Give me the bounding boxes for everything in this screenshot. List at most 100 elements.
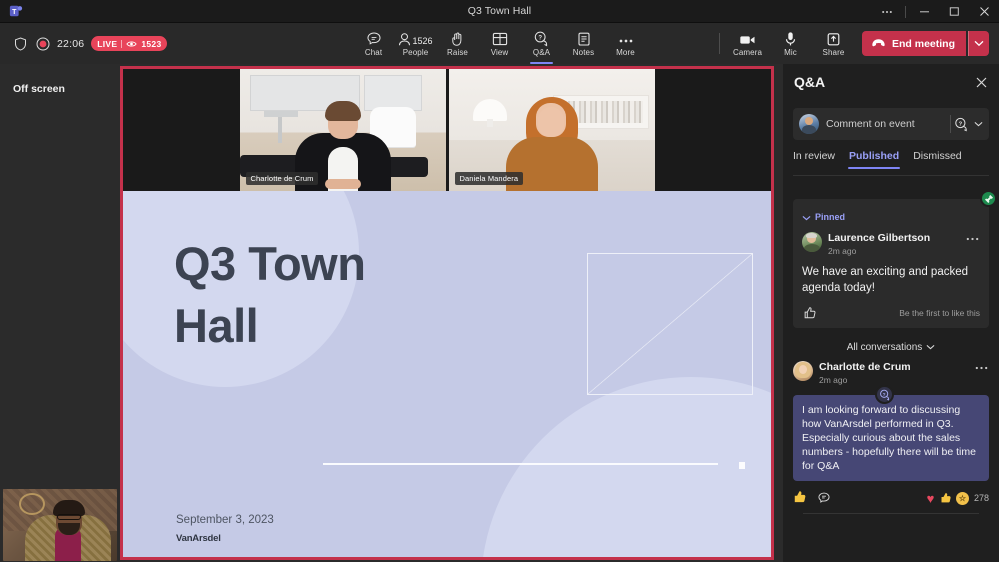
end-meeting-options-button[interactable] xyxy=(968,31,989,56)
raise-hand-icon xyxy=(450,30,465,47)
avatar xyxy=(799,114,819,134)
more-ellipsis-icon xyxy=(618,30,634,47)
more-ellipsis-icon[interactable] xyxy=(974,361,989,374)
titlebar-more-button[interactable] xyxy=(872,0,902,23)
toolbar-item-qa[interactable]: ? Q&A xyxy=(521,24,562,64)
qa-message-charlotte[interactable]: Charlotte de Crum 2m ago ? I am looking … xyxy=(783,361,999,514)
tab-published[interactable]: Published xyxy=(848,150,901,169)
message-bubble: ? I am looking forward to discussing how… xyxy=(793,385,989,481)
slide-image-placeholder xyxy=(587,253,753,395)
video-tile-name: Daniela Mandera xyxy=(454,172,524,185)
toolbar-item-chat[interactable]: Chat xyxy=(353,24,394,63)
titlebar-divider xyxy=(905,5,906,18)
qa-icon: ? xyxy=(875,385,894,404)
message-author: Laurence Gilbertson xyxy=(828,232,931,244)
reaction-count: 278 xyxy=(973,493,989,503)
toolbar-divider xyxy=(718,33,720,54)
toolbar-item-notes[interactable]: Notes xyxy=(563,24,604,63)
toolbar-label-mic: Mic xyxy=(784,48,797,57)
self-view-tile[interactable] xyxy=(3,489,117,561)
toolbar-label-view: View xyxy=(490,48,509,57)
toolbar-label-raise: Raise xyxy=(447,48,468,57)
title-bar: T Q3 Town Hall xyxy=(0,0,999,23)
message-header: Charlotte de Crum 2m ago xyxy=(793,361,989,386)
close-icon[interactable] xyxy=(972,73,990,91)
svg-text:?: ? xyxy=(882,391,885,397)
shared-content-frame[interactable]: Charlotte de Crum Daniela Mandera Q3 Tow… xyxy=(120,66,774,560)
end-meeting-button[interactable]: End meeting xyxy=(861,31,966,56)
slide-title: Q3 Town Hall xyxy=(174,237,366,352)
tab-in-review[interactable]: In review xyxy=(793,150,835,168)
toolbar-item-mic[interactable]: Mic xyxy=(770,24,811,63)
toolbar-label-people: People xyxy=(402,48,429,57)
message-footer: ♥ ☆ 278 xyxy=(793,490,989,506)
toolbar-item-people[interactable]: 1526 People xyxy=(395,24,436,63)
thumbs-up-icon[interactable] xyxy=(802,305,818,321)
toolbar-item-share[interactable]: Share xyxy=(813,24,854,63)
pinned-message-footer: Be the first to like this xyxy=(802,305,980,321)
message-timestamp: 2m ago xyxy=(828,246,857,256)
toolbar-item-raise[interactable]: Raise xyxy=(437,24,478,63)
pinned-section-row[interactable]: Pinned xyxy=(802,208,980,226)
toolbar-label-more: More xyxy=(616,48,635,57)
toolbar-item-camera[interactable]: Camera xyxy=(727,24,768,63)
maximize-button[interactable] xyxy=(939,0,969,23)
people-count: 1526 xyxy=(412,36,433,46)
presenter-video-row: Charlotte de Crum Daniela Mandera xyxy=(123,69,771,191)
chevron-down-icon[interactable] xyxy=(971,113,985,135)
pinned-message-header: Laurence Gilbertson 2m ago xyxy=(802,232,980,257)
toolbar-label-chat: Chat xyxy=(364,48,383,57)
slide-divider-line xyxy=(323,463,718,465)
laugh-emoji: ☆ xyxy=(955,491,969,505)
qa-icon[interactable]: ? xyxy=(951,113,971,135)
pinned-message-text: We have an exciting and packed agenda to… xyxy=(802,266,969,294)
reaction-summary[interactable]: ♥ ☆ 278 xyxy=(924,490,989,506)
pinned-question-card[interactable]: Pinned Laurence Gilbertson 2m ago We hav… xyxy=(793,190,997,328)
avatar xyxy=(802,232,822,252)
shared-slide[interactable]: Q3 Town Hall September 3, 2023 VanArsdel xyxy=(123,191,771,557)
qa-composer[interactable]: Comment on event ? xyxy=(793,108,989,140)
svg-text:?: ? xyxy=(958,121,962,127)
chevron-down-icon xyxy=(926,342,935,353)
meeting-stage: Off screen Charlotte de Crum Daniela Man… xyxy=(0,64,783,562)
chevron-down-icon xyxy=(802,208,811,226)
toolbar-item-view[interactable]: View xyxy=(479,24,520,63)
thumbs-up-icon[interactable] xyxy=(793,490,807,506)
call-controls: Camera Mic Share End meeting xyxy=(718,24,989,63)
all-conversations-filter[interactable]: All conversations xyxy=(783,333,999,361)
like-hint-text: Be the first to like this xyxy=(899,308,980,318)
slide-square-accent xyxy=(739,462,745,469)
more-ellipsis-icon[interactable] xyxy=(965,232,980,245)
video-tile-daniela[interactable]: Daniela Mandera xyxy=(448,69,655,191)
comment-input[interactable]: Comment on event xyxy=(826,118,950,130)
hangup-icon xyxy=(871,38,886,50)
chat-icon xyxy=(366,30,382,47)
pin-icon xyxy=(980,190,997,207)
heart-emoji: ♥ xyxy=(926,490,935,506)
avatar xyxy=(793,361,813,381)
qa-tabs: In review Published Dismissed xyxy=(793,150,989,176)
message-divider xyxy=(803,513,979,514)
toolbar-label-notes: Notes xyxy=(572,48,595,57)
minimize-button[interactable] xyxy=(909,0,939,23)
microphone-icon xyxy=(784,30,797,47)
teams-meeting-window: T Q3 Town Hall 22:06 LIVE 1523 Chat 1526… xyxy=(0,0,999,562)
tab-dismissed[interactable]: Dismissed xyxy=(913,150,961,168)
people-icon: 1526 xyxy=(398,30,433,47)
pinned-label: Pinned xyxy=(815,212,846,222)
meeting-toolbar: 22:06 LIVE 1523 Chat 1526 People Raise V… xyxy=(0,23,999,64)
slide-date: September 3, 2023 xyxy=(176,514,274,526)
reply-bubble-icon[interactable] xyxy=(816,490,832,506)
close-button[interactable] xyxy=(969,0,999,23)
window-controls xyxy=(872,0,999,23)
message-author: Charlotte de Crum xyxy=(819,361,911,373)
thumbs-up-emoji xyxy=(940,492,953,505)
slide-decor-circle-large xyxy=(481,377,771,557)
qa-panel-title: Q&A xyxy=(794,74,826,90)
toolbar-item-more[interactable]: More xyxy=(605,24,646,63)
off-screen-label: Off screen xyxy=(13,83,65,95)
qa-icon: ? xyxy=(533,30,550,47)
qa-panel: Q&A Comment on event ? In review Publish… xyxy=(783,64,999,562)
video-tile-charlotte[interactable]: Charlotte de Crum xyxy=(239,69,446,191)
window-title: Q3 Town Hall xyxy=(467,5,532,17)
